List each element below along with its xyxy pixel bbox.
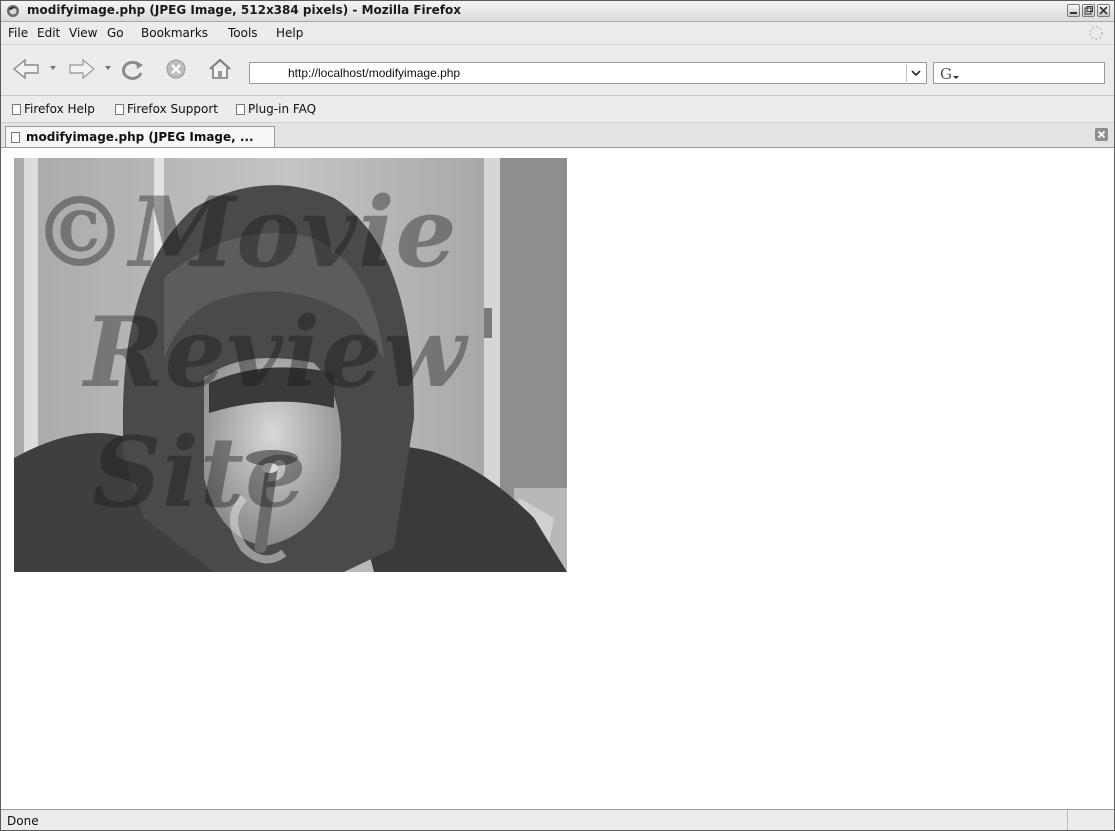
- bookmark-label: Firefox Help: [24, 102, 95, 116]
- page-icon: [11, 131, 20, 143]
- forward-arrow-icon[interactable]: [67, 57, 97, 81]
- menu-tools[interactable]: Tools: [228, 26, 258, 40]
- bookmark-firefox-support[interactable]: Firefox Support: [115, 102, 218, 116]
- bookmark-label: Plug-in FAQ: [248, 102, 317, 116]
- back-arrow-icon[interactable]: [11, 57, 41, 81]
- content-area: ©Movie Review Site: [1, 148, 1114, 808]
- svg-text:G: G: [940, 65, 952, 82]
- watermark-line-3: Site: [92, 416, 308, 529]
- menu-bar: File Edit View Go Bookmarks Tools Help: [1, 22, 1114, 45]
- bookmarks-toolbar: Firefox Help Firefox Support Plug-in FAQ: [1, 96, 1114, 123]
- google-icon[interactable]: G: [938, 64, 962, 82]
- watermark-line-2: Review: [84, 296, 467, 409]
- status-text: Done: [7, 814, 39, 828]
- bookmark-plugin-faq[interactable]: Plug-in FAQ: [236, 102, 316, 116]
- url-text: http://localhost/modifyimage.php: [288, 66, 461, 80]
- home-icon[interactable]: [207, 57, 233, 81]
- navigation-toolbar: http://localhost/modifyimage.php G: [1, 45, 1114, 96]
- browser-window: modifyimage.php (JPEG Image, 512x384 pix…: [0, 0, 1115, 831]
- chevron-down-icon: [911, 70, 921, 77]
- status-panel: [1067, 810, 1114, 830]
- jpeg-image: ©Movie Review Site: [14, 158, 567, 572]
- menu-help[interactable]: Help: [276, 26, 303, 40]
- menu-view[interactable]: View: [69, 26, 97, 40]
- close-window-button[interactable]: [1097, 4, 1110, 17]
- title-bar: modifyimage.php (JPEG Image, 512x384 pix…: [1, 1, 1114, 22]
- tab-modifyimage[interactable]: modifyimage.php (JPEG Image, ...: [5, 126, 275, 147]
- minimize-button[interactable]: [1067, 4, 1080, 17]
- window-title: modifyimage.php (JPEG Image, 512x384 pix…: [27, 3, 461, 17]
- bookmark-firefox-help[interactable]: Firefox Help: [12, 102, 95, 116]
- url-history-dropdown[interactable]: [906, 64, 925, 82]
- restore-icon: [1084, 6, 1093, 15]
- menu-bookmarks[interactable]: Bookmarks: [141, 26, 208, 40]
- page-icon: [115, 103, 124, 115]
- search-bar[interactable]: G: [933, 62, 1105, 84]
- menu-edit[interactable]: Edit: [37, 26, 60, 40]
- watermark-line-1: ©Movie: [32, 176, 458, 289]
- status-bar: Done: [1, 809, 1114, 830]
- stop-icon[interactable]: [164, 57, 188, 81]
- close-icon: [1099, 6, 1108, 15]
- window-controls: [1067, 4, 1110, 17]
- close-tab-button[interactable]: [1095, 128, 1108, 141]
- firefox-icon: [7, 5, 19, 17]
- back-dropdown-icon[interactable]: [49, 64, 57, 72]
- menu-file[interactable]: File: [8, 26, 28, 40]
- bookmark-label: Firefox Support: [127, 102, 218, 116]
- page-icon: [236, 103, 245, 115]
- forward-dropdown-icon[interactable]: [104, 64, 112, 72]
- close-icon: [1097, 130, 1106, 139]
- minimize-icon: [1070, 12, 1077, 14]
- menu-go[interactable]: Go: [107, 26, 124, 40]
- tab-strip: modifyimage.php (JPEG Image, ...: [1, 123, 1114, 148]
- reload-icon[interactable]: [119, 57, 147, 83]
- maximize-button[interactable]: [1082, 4, 1095, 17]
- search-input[interactable]: [968, 65, 1102, 83]
- address-bar[interactable]: http://localhost/modifyimage.php: [249, 62, 927, 84]
- tab-label: modifyimage.php (JPEG Image, ...: [26, 130, 254, 144]
- page-icon: [12, 103, 21, 115]
- throbber-icon: [1089, 26, 1103, 40]
